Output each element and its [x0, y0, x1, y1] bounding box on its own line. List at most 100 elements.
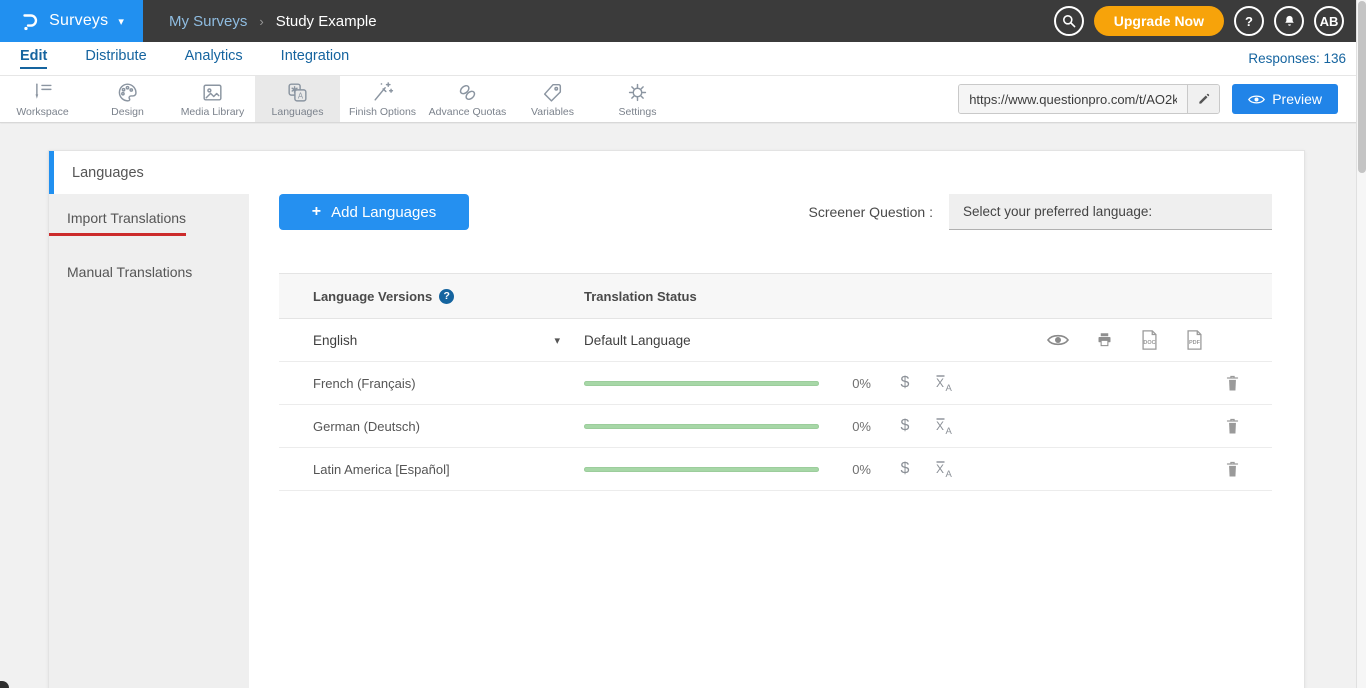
svg-text:X: X: [936, 462, 944, 476]
toolbar-item-workspace[interactable]: Workspace: [0, 76, 85, 122]
toolbar-item-media-library[interactable]: Media Library: [170, 76, 255, 122]
translation-percent: 0%: [845, 462, 871, 477]
dropdown-caret-icon[interactable]: ▾: [554, 334, 560, 347]
edit-url-button[interactable]: [1187, 84, 1219, 114]
svg-text:A: A: [946, 383, 953, 392]
delete-language-button[interactable]: [1225, 374, 1240, 392]
column-language-label: Language Versions: [313, 289, 432, 304]
trash-icon: [1225, 460, 1240, 478]
toolbar-label: Advance Quotas: [429, 106, 507, 118]
default-language-cell[interactable]: English ▾: [279, 333, 584, 348]
delete-language-button[interactable]: [1225, 460, 1240, 478]
toolbar-label: Workspace: [16, 106, 68, 118]
toolbar-label: Languages: [272, 106, 324, 118]
workspace-icon: [30, 81, 55, 105]
language-versions-table: Language Versions ? Translation Status E…: [279, 273, 1272, 491]
toolbar-item-advance-quotas[interactable]: Advance Quotas: [425, 76, 510, 122]
scrollbar-thumb[interactable]: [1358, 1, 1366, 173]
header-actions: Upgrade Now ? AB: [1054, 0, 1366, 42]
upgrade-now-button[interactable]: Upgrade Now: [1094, 6, 1224, 36]
language-name: French (Français): [279, 376, 584, 391]
notifications-button[interactable]: [1274, 6, 1304, 36]
translation-progress-bar: [584, 381, 819, 386]
sidebar-item-import-translations[interactable]: Import Translations: [49, 194, 186, 236]
default-status-cell: Default Language: [584, 329, 1272, 351]
auto-translate-button[interactable]: XA: [935, 374, 955, 392]
plus-icon: +: [312, 203, 321, 221]
sidebar-item-languages[interactable]: Languages: [49, 151, 249, 194]
survey-nav: Edit Distribute Analytics Integration Re…: [0, 42, 1366, 76]
help-icon[interactable]: ?: [439, 289, 454, 304]
view-survey-button[interactable]: [1047, 333, 1069, 347]
svg-text:A: A: [946, 426, 953, 435]
toolbar-label: Settings: [619, 106, 657, 118]
svg-text:A: A: [946, 469, 953, 478]
export-pdf-button[interactable]: PDF: [1185, 329, 1204, 351]
user-avatar[interactable]: AB: [1314, 6, 1344, 36]
toolbar-item-languages[interactable]: A Languages: [255, 76, 340, 122]
screener-question-label: Screener Question :: [808, 204, 933, 220]
export-doc-button[interactable]: DOC: [1140, 329, 1159, 351]
survey-url-input[interactable]: [959, 85, 1187, 113]
languages-top-row: + Add Languages Screener Question : Sele…: [279, 194, 1272, 230]
breadcrumb-current-survey: Study Example: [276, 13, 377, 30]
screener-question-select[interactable]: Select your preferred language:: [949, 194, 1272, 230]
paid-translation-icon[interactable]: $: [895, 374, 915, 392]
sidebar-item-manual-translations[interactable]: Manual Translations: [49, 248, 192, 286]
search-button[interactable]: [1054, 6, 1084, 36]
responses-count-link[interactable]: Responses: 136: [1248, 51, 1346, 66]
chevron-right-icon: ›: [259, 14, 263, 29]
pencil-icon: [1197, 92, 1211, 106]
toolbar-label: Variables: [531, 106, 574, 118]
eye-icon: [1047, 333, 1069, 347]
preview-button[interactable]: Preview: [1232, 84, 1338, 114]
toolbar-item-design[interactable]: Design: [85, 76, 170, 122]
help-icon: ?: [1245, 14, 1253, 29]
page-scrollbar[interactable]: [1356, 0, 1366, 688]
tag-icon: [540, 81, 565, 105]
pdf-file-icon: PDF: [1185, 329, 1204, 351]
paid-translation-icon[interactable]: $: [895, 460, 915, 478]
printer-icon: [1095, 331, 1114, 349]
toolbar-label: Media Library: [181, 106, 245, 118]
top-header: Surveys ▾ My Surveys › Study Example Upg…: [0, 0, 1366, 42]
edit-toolbar: Workspace Design Media Library A Lan: [0, 76, 1366, 123]
product-label: Surveys: [49, 12, 108, 30]
translation-percent: 0%: [845, 376, 871, 391]
chain-links-icon: [455, 81, 480, 105]
table-row-default-language: English ▾ Default Language: [279, 319, 1272, 362]
auto-translate-button[interactable]: XA: [935, 460, 955, 478]
table-row-language: French (Français) 0% $ XA: [279, 362, 1272, 405]
toolbar-item-finish-options[interactable]: Finish Options: [340, 76, 425, 122]
image-icon: [200, 81, 225, 105]
tab-distribute[interactable]: Distribute: [85, 48, 146, 69]
add-languages-button[interactable]: + Add Languages: [279, 194, 469, 230]
help-button[interactable]: ?: [1234, 6, 1264, 36]
content-area: Languages Import Translations Manual Tra…: [0, 124, 1366, 688]
svg-text:PDF: PDF: [1189, 340, 1201, 346]
toolbar-label: Design: [111, 106, 144, 118]
product-switcher[interactable]: Surveys ▾: [0, 0, 143, 42]
table-row-language: Latin America [Español] 0% $ XA: [279, 448, 1272, 491]
toolbar-item-variables[interactable]: Variables: [510, 76, 595, 122]
toolbar-item-settings[interactable]: Settings: [595, 76, 680, 122]
survey-nav-tabs: Edit Distribute Analytics Integration: [20, 48, 349, 69]
default-status-label: Default Language: [584, 333, 691, 348]
chevron-down-icon: ▾: [118, 15, 124, 28]
translation-progress-bar: [584, 424, 819, 429]
tab-edit[interactable]: Edit: [20, 48, 47, 69]
magic-wand-icon: [370, 81, 395, 105]
paid-translation-icon[interactable]: $: [895, 417, 915, 435]
tab-integration[interactable]: Integration: [281, 48, 350, 69]
delete-language-button[interactable]: [1225, 417, 1240, 435]
default-row-actions: DOC PDF: [1047, 329, 1272, 351]
doc-file-icon: DOC: [1140, 329, 1159, 351]
translate-small-icon: XA: [935, 460, 955, 478]
auto-translate-button[interactable]: XA: [935, 417, 955, 435]
tab-analytics[interactable]: Analytics: [185, 48, 243, 69]
translate-icon: A: [285, 81, 310, 105]
trash-icon: [1225, 417, 1240, 435]
print-button[interactable]: [1095, 331, 1114, 349]
breadcrumb-my-surveys[interactable]: My Surveys: [169, 13, 247, 30]
column-language-versions: Language Versions ?: [279, 289, 584, 304]
